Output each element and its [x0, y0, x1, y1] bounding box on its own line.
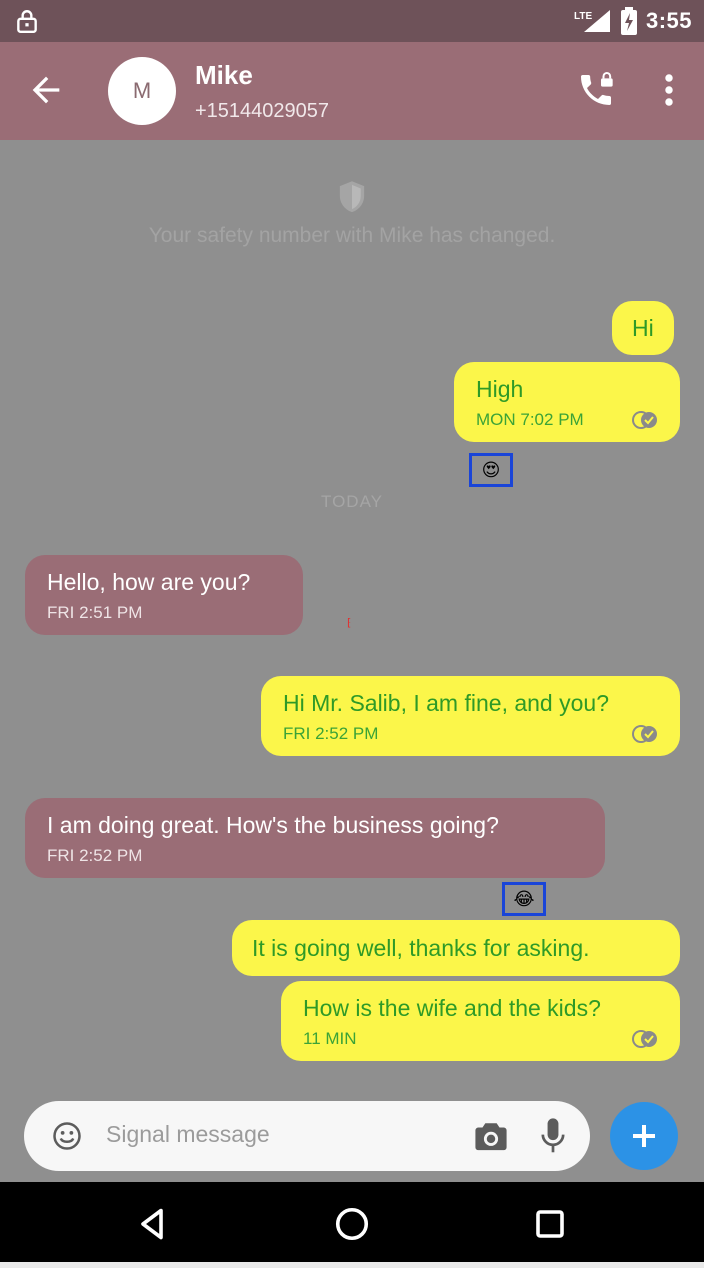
- date-divider: TODAY: [321, 492, 383, 511]
- message-timestamp: 11 MIN: [303, 1029, 357, 1048]
- contact-name[interactable]: Mike: [195, 60, 253, 91]
- status-bar: LTE 3:55: [0, 0, 704, 42]
- lte-signal-icon: LTE: [574, 10, 610, 32]
- nav-recents-icon[interactable]: [532, 1206, 568, 1242]
- nav-back-icon[interactable]: [134, 1206, 170, 1242]
- secure-call-icon[interactable]: [576, 70, 616, 110]
- message-timestamp: FRI 2:52 PM: [47, 846, 143, 865]
- heart-eyes-emoji-reaction[interactable]: 😍: [469, 453, 513, 487]
- system-navigation-bar: [0, 1182, 704, 1262]
- microphone-icon[interactable]: [540, 1117, 566, 1155]
- message-text: It is going well, thanks for asking.: [252, 935, 590, 961]
- plus-icon: [633, 1125, 655, 1147]
- network-label: LTE: [574, 11, 592, 22]
- attach-plus-button[interactable]: [610, 1102, 678, 1170]
- message-timestamp: MON 7:02 PM: [476, 410, 584, 429]
- message-bubble-incoming[interactable]: I am doing great. How's the business goi…: [25, 798, 605, 878]
- battery-charging-icon: [620, 7, 637, 35]
- emoji-icon[interactable]: [52, 1121, 82, 1151]
- avatar-letter: M: [132, 78, 152, 103]
- safety-notice-text: Your safety number with Mike has changed…: [148, 224, 556, 247]
- bottom-edge: [0, 1262, 704, 1268]
- tears-of-joy-emoji-reaction[interactable]: 😂: [502, 882, 546, 916]
- message-bubble-incoming[interactable]: Hello, how are you? FRI 2:51 PM: [25, 555, 303, 635]
- message-text: Hi: [632, 315, 654, 341]
- message-bubble-outgoing[interactable]: High MON 7:02 PM: [454, 362, 680, 442]
- heart-eyes-emoji-icon: 😍: [481, 459, 501, 480]
- message-text: Hi Mr. Salib, I am fine, and you?: [283, 690, 609, 716]
- message-text: High: [476, 376, 524, 402]
- message-bubble-outgoing[interactable]: Hi Mr. Salib, I am fine, and you? FRI 2:…: [261, 676, 680, 756]
- artifact-mark: ⁅: [347, 617, 352, 629]
- camera-icon[interactable]: [474, 1120, 508, 1152]
- delivered-check-icon: [632, 411, 657, 429]
- message-timestamp: FRI 2:51 PM: [47, 603, 143, 622]
- contact-number: +15144029057: [195, 100, 330, 122]
- lock-icon: [17, 10, 37, 34]
- message-text: How is the wife and the kids?: [303, 995, 601, 1021]
- shield-icon: [339, 181, 365, 213]
- delivered-check-icon: [632, 725, 657, 743]
- message-bubble-outgoing[interactable]: It is going well, thanks for asking.: [232, 920, 680, 976]
- message-text: Hello, how are you?: [47, 569, 251, 595]
- message-timestamp: FRI 2:52 PM: [283, 724, 379, 743]
- message-bubble-outgoing[interactable]: How is the wife and the kids? 11 MIN: [281, 981, 680, 1061]
- delivered-check-icon: [632, 1030, 657, 1048]
- overflow-menu-icon[interactable]: [654, 70, 684, 110]
- message-input[interactable]: Signal message: [106, 1121, 270, 1148]
- back-arrow-icon[interactable]: [26, 70, 66, 110]
- message-bubble-outgoing[interactable]: Hi: [612, 301, 674, 355]
- nav-home-icon[interactable]: [334, 1206, 370, 1242]
- status-time: 3:55: [645, 8, 692, 33]
- contact-avatar[interactable]: M: [108, 57, 176, 125]
- compose-bar[interactable]: Signal message: [24, 1101, 590, 1171]
- conversation-header: M Mike +15144029057: [0, 42, 704, 140]
- message-text: I am doing great. How's the business goi…: [47, 812, 499, 838]
- tears-of-joy-emoji-icon: 😂: [513, 888, 535, 909]
- safety-number-notice[interactable]: Your safety number with Mike has changed…: [0, 180, 704, 248]
